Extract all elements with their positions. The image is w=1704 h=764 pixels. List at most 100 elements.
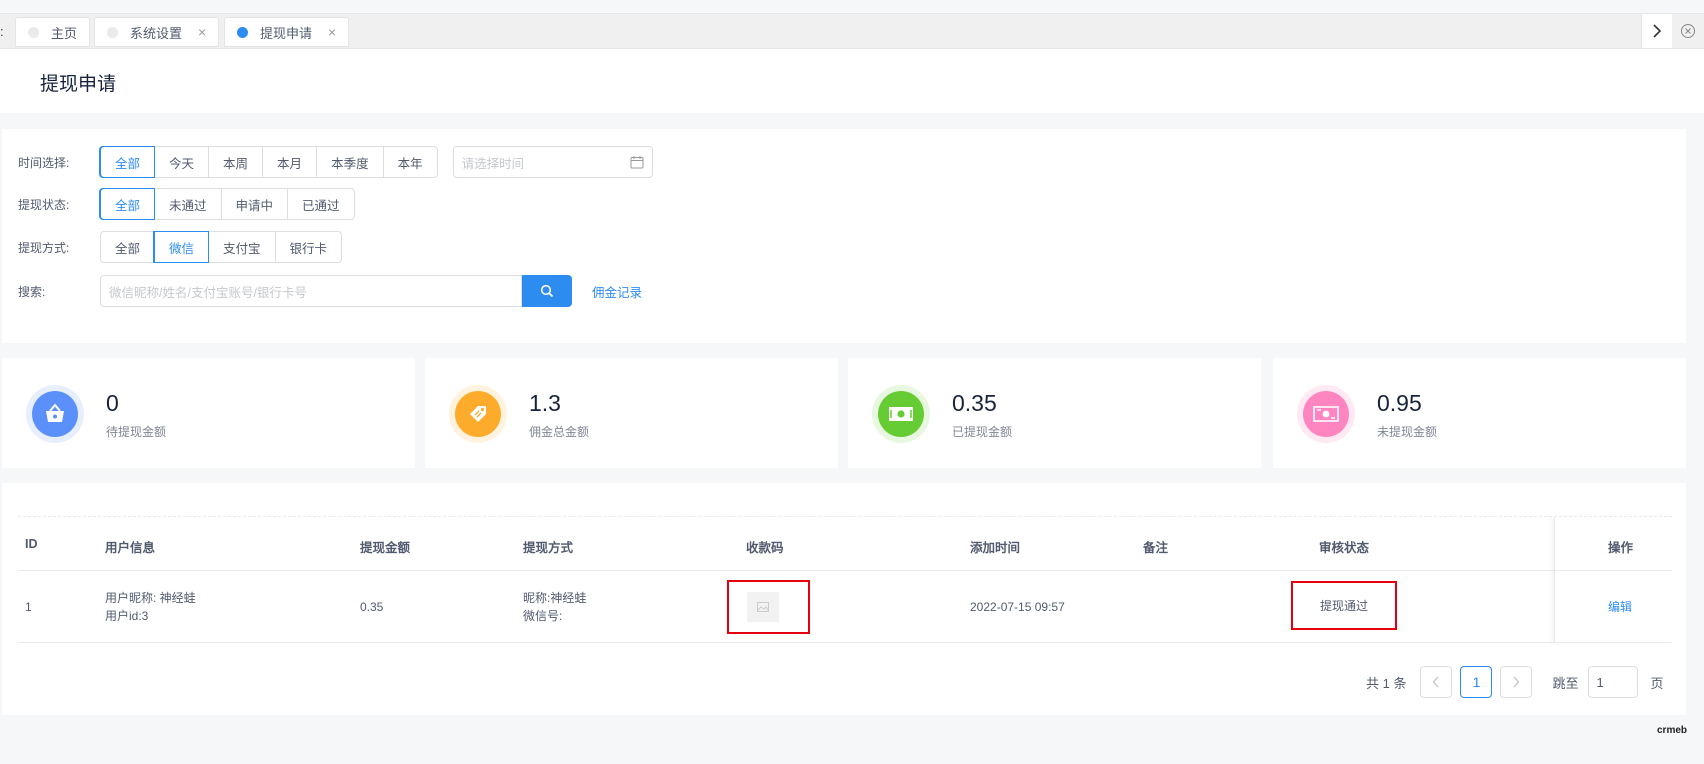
cell-status: 提现通过: [1319, 599, 1368, 613]
tab-label: 主页: [51, 25, 78, 41]
jump-page-input[interactable]: 1: [1588, 666, 1639, 698]
stat-value: 0: [106, 390, 119, 416]
tab-label: 提现申请: [260, 25, 313, 41]
stat-icon-ring: [872, 385, 930, 443]
status-option-approved[interactable]: 已通过: [287, 188, 355, 220]
stat-icon-ring: [26, 385, 84, 443]
method-option-bankcard[interactable]: 银行卡: [274, 231, 343, 263]
user-id: 用户id:3: [105, 609, 149, 623]
jump-label: 跳至: [1552, 675, 1579, 691]
brand-logo: crmeb: [1657, 725, 1688, 736]
status-radio-group: 全部 未通过 申请中 已通过: [100, 188, 355, 220]
method-wechat: 微信号:: [523, 609, 563, 623]
prev-page-button[interactable]: [1420, 666, 1453, 698]
pagination: 共 1 条 1 跳至 1 页: [1366, 666, 1664, 698]
cell-added-time: 2022-07-15 09:57: [970, 600, 1065, 614]
time-radio-group: 全部 今天 本周 本月 本季度 本年: [100, 146, 438, 178]
time-option-today[interactable]: 今天: [154, 146, 210, 178]
tab-system-settings[interactable]: 系统设置 ×: [94, 17, 220, 47]
time-filter-label: 时间选择:: [18, 155, 70, 170]
search-label: 搜索:: [18, 284, 46, 299]
time-option-week[interactable]: 本周: [208, 146, 264, 178]
cash-icon: [878, 391, 924, 437]
status-option-pending[interactable]: 申请中: [220, 188, 289, 220]
col-status: 审核状态: [1319, 541, 1370, 555]
col-id: ID: [25, 537, 38, 551]
cell-method: 昵称:神经蛙 微信号:: [523, 589, 586, 625]
time-option-year[interactable]: 本年: [382, 146, 438, 178]
money-icon: [1303, 391, 1349, 437]
commission-record-link[interactable]: 佣金记录: [592, 282, 642, 301]
method-filter-row: 提现方式: 全部 微信 支付宝 银行卡: [18, 231, 343, 263]
col-user-info: 用户信息: [105, 541, 156, 555]
page-suffix: 页: [1650, 675, 1664, 691]
method-filter-label: 提现方式:: [18, 240, 70, 255]
stat-value: 0.95: [1377, 390, 1422, 416]
tab-bar: : 主页 系统设置 × 提现申请 ×: [0, 13, 1704, 49]
method-option-all[interactable]: 全部: [100, 231, 156, 263]
status-option-rejected[interactable]: 未通过: [154, 188, 222, 220]
status-option-all[interactable]: 全部: [100, 188, 156, 220]
page-title: 提现申请: [40, 74, 117, 95]
next-page-button[interactable]: [1500, 666, 1533, 698]
status-filter-row: 提现状态: 全部 未通过 申请中 已通过: [18, 188, 355, 220]
stat-card-pending: 0 待提现金额: [2, 358, 415, 468]
close-icon[interactable]: ×: [198, 24, 206, 40]
stat-icon-ring: [449, 385, 507, 443]
stat-value: 1.3: [529, 390, 561, 416]
table-row: 1 用户昵称: 神经蛙 用户id:3 0.35 昵称:神经蛙 微信号: 2022…: [18, 571, 1672, 643]
tab-home[interactable]: 主页: [15, 17, 91, 47]
col-method: 提现方式: [523, 541, 574, 555]
stat-card-withdrawn: 0.35 已提现金额: [848, 358, 1261, 468]
method-option-alipay[interactable]: 支付宝: [208, 231, 276, 263]
method-radio-group: 全部 微信 支付宝 银行卡: [100, 231, 343, 263]
search-input[interactable]: 微信昵称/姓名/支付宝账号/银行卡号: [100, 275, 522, 307]
search-button[interactable]: [522, 275, 572, 307]
col-amount: 提现金额: [360, 541, 411, 555]
search-row: 搜索: 微信昵称/姓名/支付宝账号/银行卡号 佣金记录: [18, 275, 642, 307]
date-placeholder: 请选择时间: [461, 156, 525, 171]
stat-icon-ring: [1297, 385, 1355, 443]
chevron-left-icon: [1433, 676, 1439, 688]
status-highlight: 提现通过: [1291, 581, 1397, 630]
stat-label: 已提现金额: [952, 425, 1013, 439]
method-option-wechat[interactable]: 微信: [154, 231, 210, 263]
pagination-total: 共 1 条: [1366, 675, 1407, 691]
tab-status-dot: [237, 26, 248, 38]
tab-status-dot: [107, 26, 118, 38]
date-picker-input[interactable]: 请选择时间: [452, 146, 653, 178]
cell-id: 1: [25, 600, 32, 614]
stat-label: 佣金总金额: [529, 425, 590, 439]
user-nickname: 用户昵称: 神经蛙: [105, 591, 196, 605]
close-all-icon[interactable]: [1672, 14, 1703, 48]
cell-amount: 0.35: [360, 600, 384, 614]
search-icon: [540, 284, 554, 298]
status-filter-label: 提现状态:: [18, 197, 70, 212]
tag-icon: [455, 391, 501, 437]
calendar-icon: [630, 156, 644, 169]
time-option-quarter[interactable]: 本季度: [316, 146, 384, 178]
page-1-button[interactable]: 1: [1460, 666, 1493, 698]
tab-scroll-left-icon[interactable]: :: [0, 24, 4, 39]
basket-icon: [32, 391, 78, 437]
tab-withdraw-request[interactable]: 提现申请 ×: [224, 17, 350, 47]
time-option-all[interactable]: 全部: [100, 146, 156, 178]
chevron-right-icon: [1513, 676, 1520, 688]
method-nickname: 昵称:神经蛙: [523, 591, 587, 605]
stat-card-total-commission: 1.3 佣金总金额: [425, 358, 838, 468]
close-icon[interactable]: ×: [328, 24, 336, 40]
search-placeholder: 微信昵称/姓名/支付宝账号/银行卡号: [109, 285, 307, 300]
chevron-right-icon[interactable]: [1641, 14, 1672, 48]
time-filter-row: 时间选择: 全部 今天 本周 本月 本季度 本年 请选择时间: [18, 146, 653, 178]
stat-label: 未提现金额: [1377, 425, 1438, 439]
fixed-action-column: [1554, 516, 1672, 643]
col-remark: 备注: [1143, 541, 1169, 555]
tab-label: 系统设置: [130, 25, 183, 41]
stat-label: 待提现金额: [106, 425, 167, 439]
qr-code-image-icon[interactable]: [747, 592, 779, 622]
time-option-month[interactable]: 本月: [262, 146, 318, 178]
stat-value: 0.35: [952, 390, 997, 416]
qr-code-highlight: [727, 580, 810, 634]
stat-card-not-withdrawn: 0.95 未提现金额: [1273, 358, 1686, 468]
cell-user-info: 用户昵称: 神经蛙 用户id:3: [105, 589, 196, 625]
